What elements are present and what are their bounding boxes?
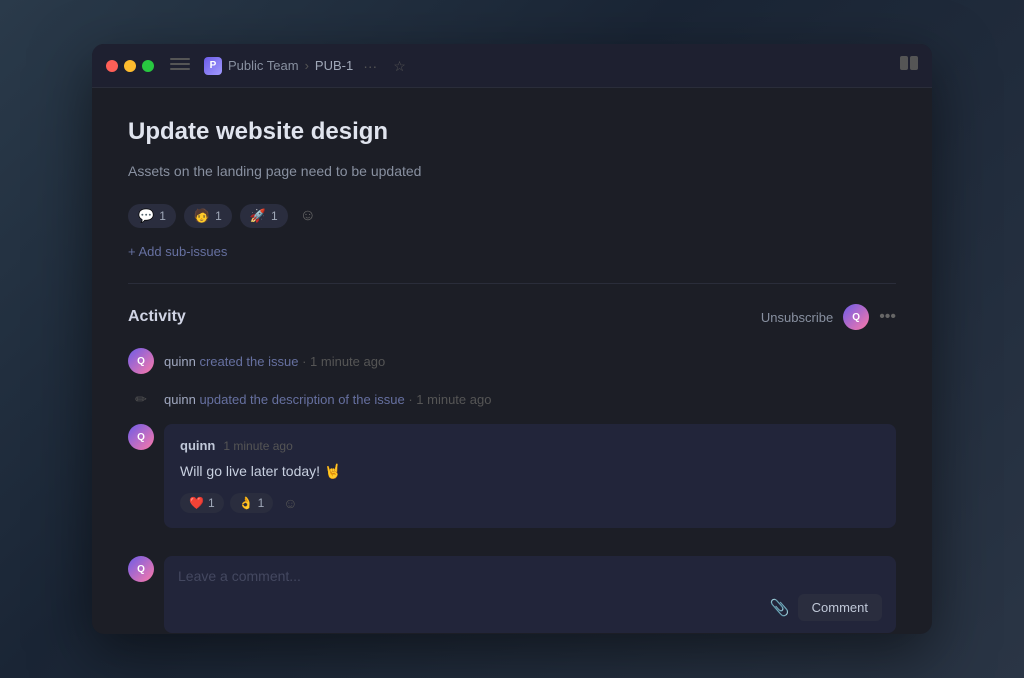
breadcrumb-separator: ›	[305, 58, 309, 73]
app-window: P Public Team › PUB-1 ··· ☆ Update websi…	[92, 44, 932, 634]
priority-emoji: 🚀	[250, 208, 266, 224]
current-user-avatar: Q	[843, 304, 869, 330]
comment-time: 1 minute ago	[223, 439, 292, 453]
comment-emoji: 💬	[138, 208, 154, 224]
activity-username-1: quinn	[164, 354, 196, 369]
current-user-avatar-input: Q	[128, 556, 154, 582]
main-content: Update website design Assets on the land…	[92, 88, 932, 634]
issue-id[interactable]: PUB-1	[315, 58, 353, 73]
pencil-icon: ✏	[135, 391, 147, 408]
activity-item-created: Q quinn created the issue · 1 minute ago	[128, 348, 896, 374]
comment-count: 1	[159, 209, 166, 223]
quinn-avatar-1: Q	[128, 348, 154, 374]
activity-time-1-val: 1 minute ago	[310, 354, 385, 369]
activity-avatar-created: Q	[128, 348, 154, 374]
activity-edit-icon: ✏	[128, 386, 154, 412]
star-button[interactable]: ☆	[389, 57, 410, 75]
comment-body: Will go live later today! 🤘	[180, 461, 880, 482]
sidebar-toggle-button[interactable]	[170, 58, 190, 74]
activity-username-2: quinn	[164, 392, 196, 407]
activity-more-button[interactable]: •••	[879, 308, 896, 326]
add-reaction-button[interactable]: ☺	[296, 204, 320, 228]
quinn-avatar-comment: Q	[128, 424, 154, 450]
activity-action-1: created the issue	[199, 354, 298, 369]
add-sub-issues-button[interactable]: + Add sub-issues	[128, 240, 227, 263]
maximize-button[interactable]	[142, 60, 154, 72]
comment-placeholder: Leave a comment...	[178, 568, 882, 584]
activity-action-2: updated the description of the issue	[199, 392, 404, 407]
activity-list: Q quinn created the issue · 1 minute ago…	[128, 348, 896, 633]
breadcrumb-actions: ··· ☆	[359, 57, 410, 75]
activity-time-2-val: 1 minute ago	[416, 392, 491, 407]
issue-description: Assets on the landing page need to be up…	[128, 161, 896, 182]
activity-section-title: Activity	[128, 308, 186, 326]
close-button[interactable]	[106, 60, 118, 72]
minimize-button[interactable]	[124, 60, 136, 72]
sub-issue-pill-priority[interactable]: 🚀 1	[240, 204, 288, 228]
comment-row: Q quinn 1 minute ago Will go live later …	[128, 424, 896, 528]
activity-text-created: quinn created the issue · 1 minute ago	[164, 348, 385, 372]
comment-box[interactable]: Leave a comment... 📎 Comment	[164, 556, 896, 633]
reaction-ok[interactable]: 👌 1	[230, 493, 274, 513]
team-name[interactable]: Public Team	[228, 58, 299, 73]
heart-count: 1	[208, 496, 215, 510]
ok-emoji: 👌	[239, 496, 254, 510]
comment-input-area: Q Leave a comment... 📎 Comment	[128, 556, 896, 633]
more-options-button[interactable]: ···	[359, 57, 381, 75]
activity-text-updated: quinn updated the description of the iss…	[164, 386, 491, 410]
comment-submit-button[interactable]: Comment	[798, 594, 882, 621]
comment-header: quinn 1 minute ago	[180, 438, 880, 453]
section-divider	[128, 283, 896, 284]
sub-issue-pill-assignee[interactable]: 🧑 1	[184, 204, 232, 228]
add-comment-reaction-button[interactable]: ☺	[279, 492, 301, 514]
team-icon: P	[204, 57, 222, 75]
activity-item-updated: ✏ quinn updated the description of the i…	[128, 386, 896, 412]
sub-issue-pill-comment[interactable]: 💬 1	[128, 204, 176, 228]
assignee-count: 1	[215, 209, 222, 223]
traffic-lights	[106, 60, 154, 72]
comment-username: quinn	[180, 438, 215, 453]
title-bar: P Public Team › PUB-1 ··· ☆	[92, 44, 932, 88]
breadcrumb: P Public Team › PUB-1 ··· ☆	[204, 57, 890, 75]
heart-emoji: ❤️	[189, 496, 204, 510]
comment-reactions: ❤️ 1 👌 1 ☺	[180, 492, 880, 514]
sub-issues-row: 💬 1 🧑 1 🚀 1 ☺	[128, 204, 896, 228]
assignee-emoji: 🧑	[194, 208, 210, 224]
activity-time-1: ·	[302, 354, 310, 369]
attach-button[interactable]: 📎	[770, 598, 790, 618]
issue-title: Update website design	[128, 116, 896, 147]
activity-header: Activity Unsubscribe Q •••	[128, 304, 896, 330]
unsubscribe-button[interactable]: Unsubscribe	[761, 310, 833, 325]
ok-count: 1	[258, 496, 265, 510]
reaction-heart[interactable]: ❤️ 1	[180, 493, 224, 513]
layout-toggle-button[interactable]	[900, 56, 918, 75]
comment-box-actions: 📎 Comment	[178, 594, 882, 621]
activity-actions: Unsubscribe Q •••	[761, 304, 896, 330]
comment-card: quinn 1 minute ago Will go live later to…	[164, 424, 896, 528]
priority-count: 1	[271, 209, 278, 223]
